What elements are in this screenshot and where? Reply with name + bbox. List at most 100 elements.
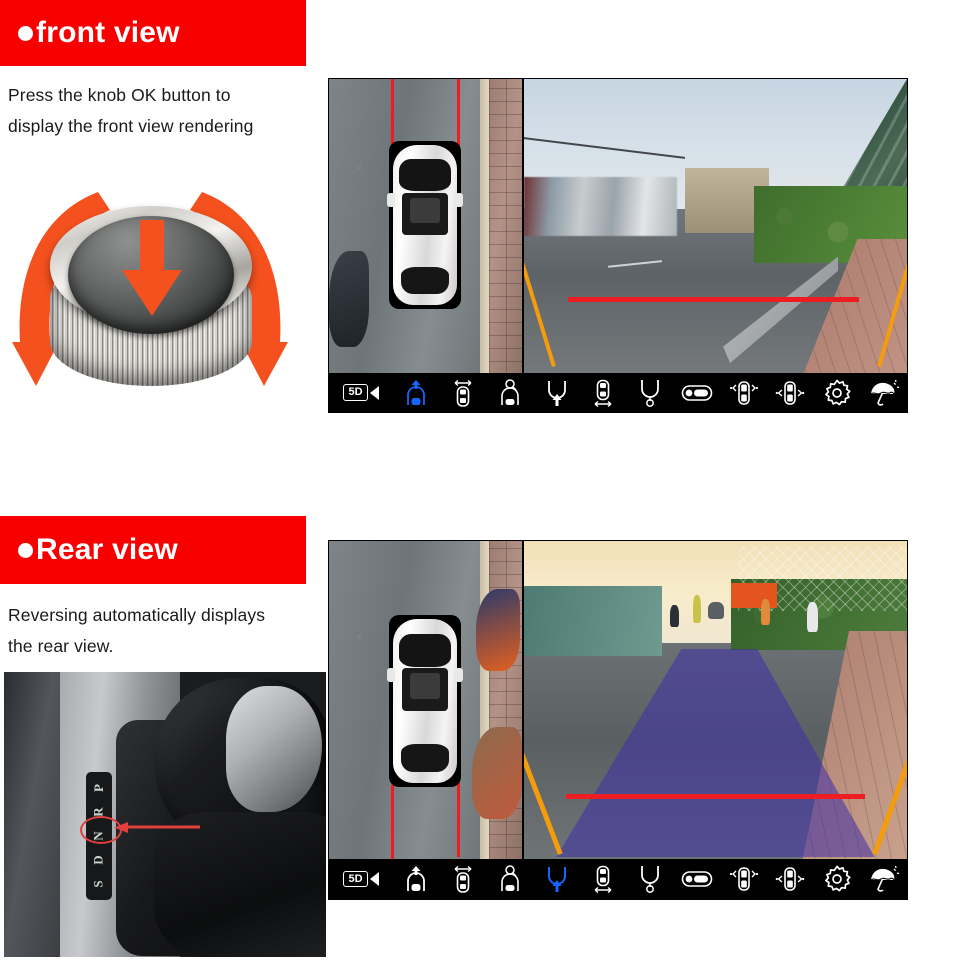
pedestrian-walking [692,595,701,624]
gear-shifter-photo: P R N D S [4,672,326,957]
side-mirror-view-icon [775,867,805,891]
camera-mode-badge-label: 5D [343,384,368,401]
side-view-icon-button[interactable] [580,373,627,412]
rear-zoom-view-icon [641,379,659,407]
front-caption-line-2: display the front view rendering [8,116,254,136]
pedestrian-shadow [329,251,369,347]
left-right-split-icon [729,380,758,405]
curb-strip [479,79,490,375]
gear-label-d: D [90,855,106,865]
settings-gear-icon [825,865,851,892]
rear-window [400,266,450,294]
pedestrian-orange [761,598,771,625]
front-caption-line-1: Press the knob OK button to [8,85,231,105]
side-view-icon [594,865,612,893]
rear-view-banner-title: Rear view [36,533,178,566]
top-view-icon-button[interactable] [440,373,487,412]
front-view-banner: front view [0,0,306,66]
windshield [399,159,451,192]
left-right-split-icon-button[interactable] [720,373,767,412]
rear-caption-line-1: Reversing automatically displays [8,605,266,625]
front-view-icon-button[interactable] [393,859,440,899]
sunroof [409,197,441,224]
stop-line-red [566,794,865,799]
bullet-dot-icon [18,542,33,558]
settings-gear-icon-button[interactable] [814,373,861,412]
bird-eye-view-front[interactable] [329,79,524,375]
rear-camera-toolbar: 5D [329,859,907,899]
camera-mode-badge-label: 5D [343,870,368,888]
vehicle-ahead [707,601,724,619]
pointer-arrow-icon [114,822,200,833]
front-view-icon-button[interactable] [393,373,440,412]
side-view-icon-button[interactable] [580,859,627,899]
sunroof [409,673,441,700]
top-view-icon [454,865,472,893]
rear-camera-views [329,541,907,861]
rear-view-camera-panel: 5D [328,540,908,900]
press-down-arrow-icon [122,220,182,316]
green-wall-left [524,585,662,657]
parked-cars-left [524,176,678,236]
umbrella-rain-icon [870,379,899,406]
side-mirror-view-icon-button[interactable] [767,859,814,899]
gear-label-p: P [90,784,106,792]
front-view-icon [407,379,426,405]
rear-zoom-view-icon-button[interactable] [627,373,674,412]
motorcycle-rider [669,605,679,627]
mirror-right-icon [455,193,463,207]
umbrella-rain-icon [870,865,899,892]
top-view-icon [454,379,472,407]
settings-gear-icon-button[interactable] [814,859,861,899]
rear-camera-live-view[interactable] [524,541,907,861]
front-zoom-view-icon [501,378,519,405]
camera-play-triangle-icon [369,872,379,886]
mirror-right-icon [455,668,463,683]
camera-mode-badge[interactable]: 5D [329,859,393,899]
rear-view-caption: Reversing automatically displays the rea… [8,600,308,662]
ego-vehicle-top-view [387,619,463,783]
front-zoom-view-icon-button[interactable] [486,859,533,899]
stop-line-red [568,297,859,302]
wide-view-icon [681,871,713,887]
rear-caption-line-2: the rear view. [8,636,114,656]
front-camera-toolbar: 5D [329,373,907,412]
pedestrian-white [807,601,819,632]
top-view-icon-button[interactable] [440,859,487,899]
front-view-icon [407,866,426,891]
umbrella-rain-icon-button[interactable] [860,373,907,412]
pedestrian-right-top [476,589,520,671]
bird-eye-view-rear[interactable] [329,541,524,861]
camera-mode-badge[interactable]: 5D [329,373,393,412]
front-view-banner-title: front view [36,16,180,49]
rear-view-banner: Rear view [0,516,306,584]
wide-view-icon-button[interactable] [673,859,720,899]
front-zoom-view-icon-button[interactable] [486,373,533,412]
wide-view-icon-button[interactable] [673,373,720,412]
front-view-caption: Press the knob OK button to display the … [8,80,308,142]
side-mirror-view-icon [775,380,805,405]
gear-label-s: S [90,880,106,888]
mirror-left-icon [387,193,395,207]
rear-zoom-view-icon [641,866,659,893]
front-camera-live-view[interactable] [524,79,907,375]
front-camera-views [329,79,907,375]
left-right-split-icon [729,867,758,891]
rear-zoom-view-icon-button[interactable] [627,859,674,899]
rear-view-icon-button[interactable] [533,373,580,412]
orange-banner [730,582,777,609]
rear-view-icon [547,380,566,406]
wide-view-icon [681,384,713,401]
left-right-split-icon-button[interactable] [720,859,767,899]
bullet-dot-icon [18,25,33,41]
rear-view-icon [547,867,566,892]
settings-gear-icon [825,379,851,405]
guideline-red-left [391,785,394,861]
pedestrian-right-bottom [472,727,522,819]
rear-view-icon-button[interactable] [533,859,580,899]
camera-play-triangle-icon [369,385,379,400]
rotary-knob-illustration [6,168,294,416]
umbrella-rain-icon-button[interactable] [860,859,907,899]
side-mirror-view-icon-button[interactable] [767,373,814,412]
mirror-left-icon [387,668,395,683]
